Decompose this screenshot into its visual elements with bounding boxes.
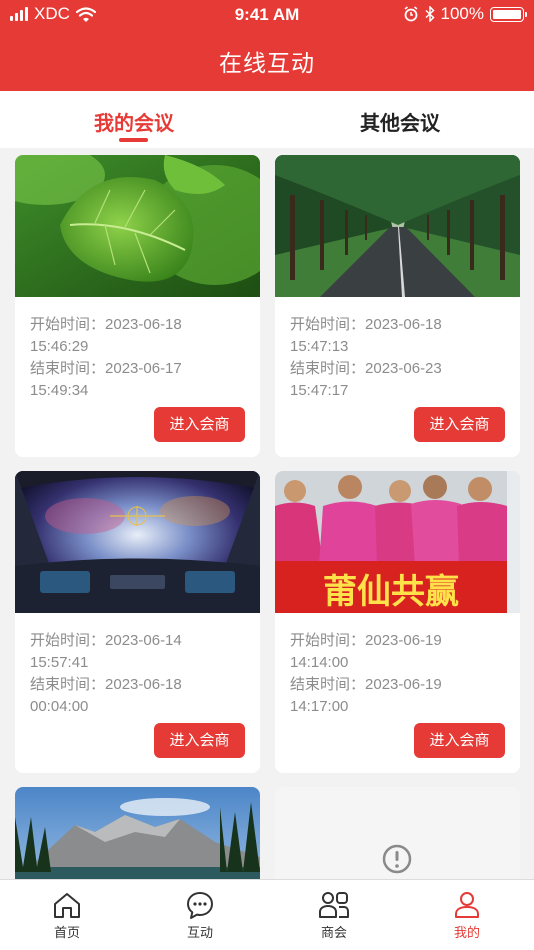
enter-meeting-button[interactable]: 进入会商 [414,723,505,758]
group-photo: 莆仙共赢 [275,471,520,613]
meeting-thumbnail[interactable]: 莆仙共赢 [275,471,520,613]
tab-other-meetings[interactable]: 其他会议 [300,107,500,136]
tabbar-chamber[interactable]: 商会 [294,890,374,941]
end-date: 2023-06-23 [365,360,442,377]
meeting-times: 开始时间：2023-06-18 15:46:29 结束时间：2023-06-17… [30,314,182,402]
bottom-tab-bar: 首页 互动 商会 我的 [0,879,534,950]
meeting-thumbnail[interactable] [275,155,520,297]
app-header: XDC 9:41 AM 100% 在线互动 [0,0,534,91]
meeting-times: 开始时间：2023-06-14 15:57:41 结束时间：2023-06-18… [30,630,182,718]
spaceship-cockpit-photo [15,471,260,613]
end-time-label: 结束时间： [290,360,366,377]
end-time: 14:17:00 [290,698,349,715]
start-date: 2023-06-19 [365,632,442,649]
end-time: 15:49:34 [30,382,89,399]
meeting-times: 开始时间：2023-06-19 14:14:00 结束时间：2023-06-19… [290,630,442,718]
start-time-label: 开始时间： [290,316,366,333]
banner-text: 莆仙共赢 [323,572,459,612]
meeting-thumbnail[interactable] [15,155,260,297]
image-error-icon [382,844,412,874]
end-date: 2023-06-17 [105,360,182,377]
page-title: 在线互动 [219,50,315,76]
battery-icon [490,6,527,22]
start-time-label: 开始时间： [30,316,106,333]
tree-lined-road-photo [275,155,520,297]
mountain-lake-photo [15,787,260,879]
tabbar-label: 商会 [320,925,347,940]
end-time-label: 结束时间： [30,360,106,377]
tabbar-label: 我的 [453,925,480,940]
end-time-label: 结束时间： [290,676,366,693]
start-time: 15:57:41 [30,654,89,671]
meeting-card [275,787,520,879]
enter-meeting-button[interactable]: 进入会商 [414,407,505,442]
status-bar: XDC 9:41 AM 100% [0,0,534,30]
tabbar-label: 首页 [53,925,80,940]
start-time-label: 开始时间： [30,632,106,649]
start-date: 2023-06-18 [365,316,442,333]
enter-meeting-button[interactable]: 进入会商 [154,407,245,442]
tabbar-interaction[interactable]: 互动 [160,890,240,941]
meeting-times: 开始时间：2023-06-18 15:47:13 结束时间：2023-06-23… [290,314,442,402]
meeting-card [15,787,260,879]
meeting-grid[interactable]: 开始时间：2023-06-18 15:46:29 结束时间：2023-06-17… [0,148,534,879]
end-time: 00:04:00 [30,698,89,715]
green-leaves-photo [15,155,260,297]
meeting-thumbnail[interactable] [15,471,260,613]
tabbar-label: 互动 [186,925,213,940]
end-time: 15:47:17 [290,382,349,399]
alarm-clock-icon [404,6,418,22]
enter-meeting-button[interactable]: 进入会商 [154,723,245,758]
chat-bubble-icon [187,892,213,919]
active-tab-indicator [119,138,148,142]
start-time: 14:14:00 [290,654,349,671]
user-icon [455,892,479,918]
group-icon [319,892,349,918]
end-date: 2023-06-19 [365,676,442,693]
meeting-card: 开始时间：2023-06-18 15:46:29 结束时间：2023-06-17… [15,155,260,457]
tabbar-mine[interactable]: 我的 [427,890,507,941]
start-time-label: 开始时间： [290,632,366,649]
start-date: 2023-06-14 [105,632,182,649]
meeting-thumbnail[interactable] [15,787,260,879]
start-time: 15:46:29 [30,338,89,355]
end-time-label: 结束时间： [30,676,106,693]
battery-percent: 100% [440,4,484,23]
start-time: 15:47:13 [290,338,349,355]
meeting-card: 开始时间：2023-06-14 15:57:41 结束时间：2023-06-18… [15,471,260,773]
meeting-tabs: 我的会议 其他会议 [0,91,534,148]
tabbar-home[interactable]: 首页 [27,890,107,941]
meeting-thumbnail[interactable] [275,787,520,879]
meeting-card: 莆仙共赢 开始时间：2023-06-19 14:14:00 结束时间：2023-… [275,471,520,773]
meeting-card: 开始时间：2023-06-18 15:47:13 结束时间：2023-06-23… [275,155,520,457]
home-icon [54,893,80,918]
tab-my-meetings[interactable]: 我的会议 [34,107,234,136]
end-date: 2023-06-18 [105,676,182,693]
bluetooth-icon [425,6,435,22]
start-date: 2023-06-18 [105,316,182,333]
